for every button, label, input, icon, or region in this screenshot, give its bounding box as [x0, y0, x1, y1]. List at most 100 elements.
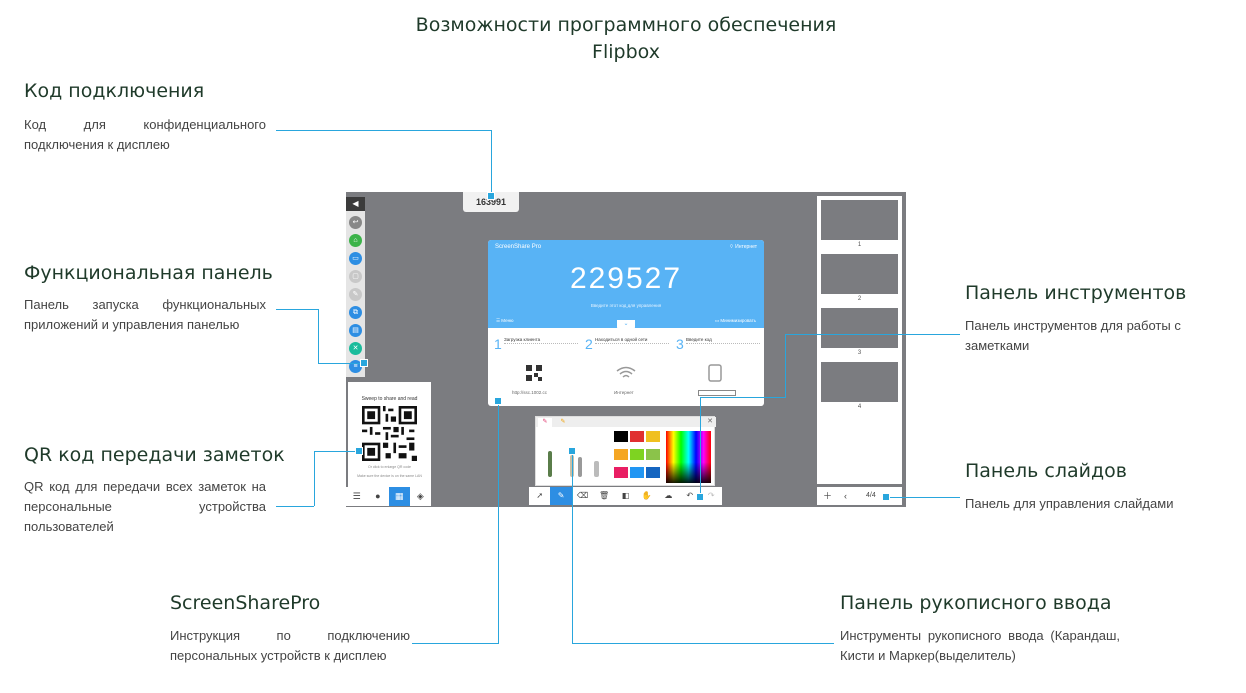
clear-icon[interactable]: 🗑 — [593, 487, 614, 505]
color-swatch[interactable] — [614, 431, 628, 442]
record-icon[interactable]: ● — [367, 487, 388, 506]
ssp-header: ScreenShare Pro ⌔ Интернет 229527 Введит… — [488, 240, 764, 328]
pencil-tool[interactable] — [548, 451, 552, 477]
connector-line — [318, 309, 319, 363]
ssp-url: http://ssc.1002.cc — [512, 390, 548, 395]
ssp-menu-label: Меню — [501, 318, 514, 323]
slide-thumbnail[interactable] — [821, 308, 898, 348]
gesture-icon[interactable]: ☁ — [658, 487, 679, 505]
select-icon[interactable]: ➚ — [529, 487, 550, 505]
hand-icon[interactable]: ✋ — [636, 487, 657, 505]
connector-dot — [360, 359, 368, 367]
connector-dot — [494, 397, 502, 405]
crop-icon[interactable]: ⧉ — [349, 306, 362, 319]
flipbox-screen: 163991 ◀ ↩ ⌂ ▭ ▢ ✎ ⧉ ▤ ✕ ≡ Sweep to shar… — [346, 192, 906, 507]
back-icon[interactable]: ↩ — [349, 216, 362, 229]
left-toolbar: ☰ ● ▦ ◈ — [346, 487, 431, 506]
save-icon[interactable]: ▤ — [349, 324, 362, 337]
layers-icon[interactable]: ◈ — [410, 487, 431, 506]
qr-annotation-desc: QR код для передачи всех заметок на перс… — [24, 479, 266, 534]
slide-number: 1 — [857, 242, 862, 248]
color-swatch[interactable] — [630, 467, 644, 478]
pin-code-boxes — [698, 390, 736, 396]
color-swatch[interactable] — [614, 467, 628, 478]
connector-line — [785, 334, 960, 335]
ssp-annotation-title: ScreenSharePro — [170, 592, 321, 614]
connector-line — [314, 451, 358, 452]
qr-title: Sweep to share and read — [361, 396, 418, 402]
step-desc — [595, 343, 669, 351]
home-icon[interactable]: ⌂ — [349, 234, 362, 247]
color-swatch[interactable] — [630, 431, 644, 442]
ssp-minimize-button[interactable]: ▭ Минимизировать — [715, 318, 756, 324]
chevron-down-icon[interactable]: ⌄ — [617, 320, 635, 330]
marker-tab-icon[interactable]: ✎ — [556, 418, 570, 427]
slide-thumbnail[interactable] — [821, 362, 898, 402]
menu-icon[interactable]: ☰ — [346, 487, 367, 506]
qr-code-icon[interactable] — [362, 406, 417, 461]
slide-number: 3 — [857, 350, 862, 356]
folder-icon[interactable]: ▭ — [349, 252, 362, 265]
collapse-icon[interactable]: ◀ — [346, 197, 365, 211]
prev-slide-icon[interactable]: ‹ — [844, 487, 847, 505]
pen-icon[interactable]: ✎ — [349, 288, 362, 301]
slide-thumbnail[interactable] — [821, 254, 898, 294]
step-number: 1 — [494, 336, 502, 352]
color-swatch[interactable] — [646, 449, 660, 460]
tools-annotation-title: Панель инструментов — [965, 282, 1187, 304]
handwriting-panel: ✎ ✎ ✕ — [535, 416, 716, 486]
color-swatch[interactable] — [646, 467, 660, 478]
color-spectrum-picker[interactable] — [666, 431, 711, 483]
connector-dot — [568, 447, 576, 455]
connector-dot — [696, 493, 704, 501]
connector-line — [785, 334, 786, 398]
add-slide-icon[interactable]: ＋ — [823, 487, 832, 505]
ssp-minimize-label: Минимизировать — [720, 318, 756, 323]
ssp-code: 229527 — [569, 262, 683, 295]
pen-tabs: ✎ ✎ ✕ — [536, 417, 716, 427]
connector-line — [498, 401, 499, 644]
step-title: Введите код — [686, 337, 712, 342]
close-icon[interactable]: ✕ — [707, 417, 713, 425]
page-title-line2: Flipbox — [592, 41, 660, 63]
qr-lan-note: Make sure the device is on the same LAN — [357, 474, 422, 478]
slide-number: 4 — [857, 404, 862, 410]
func-annotation-desc: Панель запуска функциональных приложений… — [24, 297, 266, 332]
pen-icon[interactable]: ✎ — [550, 487, 572, 505]
step-desc — [686, 343, 760, 351]
color-swatch[interactable] — [630, 449, 644, 460]
ssp-menu-button[interactable]: ☰ Меню — [496, 318, 513, 324]
apps-grid-icon[interactable]: ▦ — [388, 487, 410, 506]
brush-tool-2[interactable] — [578, 457, 582, 477]
qr-subtitle: Or click to enlarge QR code — [368, 465, 411, 469]
color-swatch[interactable] — [614, 449, 628, 460]
close-apps-icon[interactable]: ✕ — [349, 342, 362, 355]
connector-dot — [487, 192, 495, 200]
color-swatches — [614, 431, 660, 483]
ssp-hint: Введите этот код для управления — [590, 303, 662, 308]
page-title: Возможности программного обеспечения Fli… — [300, 12, 952, 66]
slide-thumbnail[interactable] — [821, 200, 898, 240]
screensharepro-window: ScreenShare Pro ⌔ Интернет 229527 Введит… — [488, 240, 764, 406]
ssp-annotation-desc: Инструкция по подключению персональных у… — [170, 628, 410, 663]
color-swatch[interactable] — [646, 431, 660, 442]
code-annotation-desc: Код для конфиденциального подключения к … — [24, 117, 266, 152]
wifi-icon — [616, 366, 636, 378]
step-number: 3 — [676, 336, 684, 352]
connector-line — [700, 397, 786, 398]
pen-tab-icon[interactable]: ✎ — [538, 418, 552, 427]
slide-page-indicator: 4/4 — [866, 492, 876, 499]
marker-tool[interactable] — [594, 461, 599, 477]
tablet-icon — [708, 364, 722, 382]
eraser-icon[interactable]: ⌫ — [572, 487, 593, 505]
screen-icon[interactable]: ▢ — [349, 270, 362, 283]
connector-line — [412, 643, 498, 644]
connector-line — [276, 506, 314, 507]
connector-line — [318, 363, 362, 364]
qr-annotation-title: QR код передачи заметок — [24, 444, 285, 466]
tools-annotation-desc: Панель инструментов для работы с заметка… — [965, 318, 1181, 353]
shapes-icon[interactable]: ◧ — [615, 487, 636, 505]
step-number: 2 — [585, 336, 593, 352]
page-title-line1: Возможности программного обеспечения — [415, 14, 837, 36]
connector-line — [491, 130, 492, 196]
